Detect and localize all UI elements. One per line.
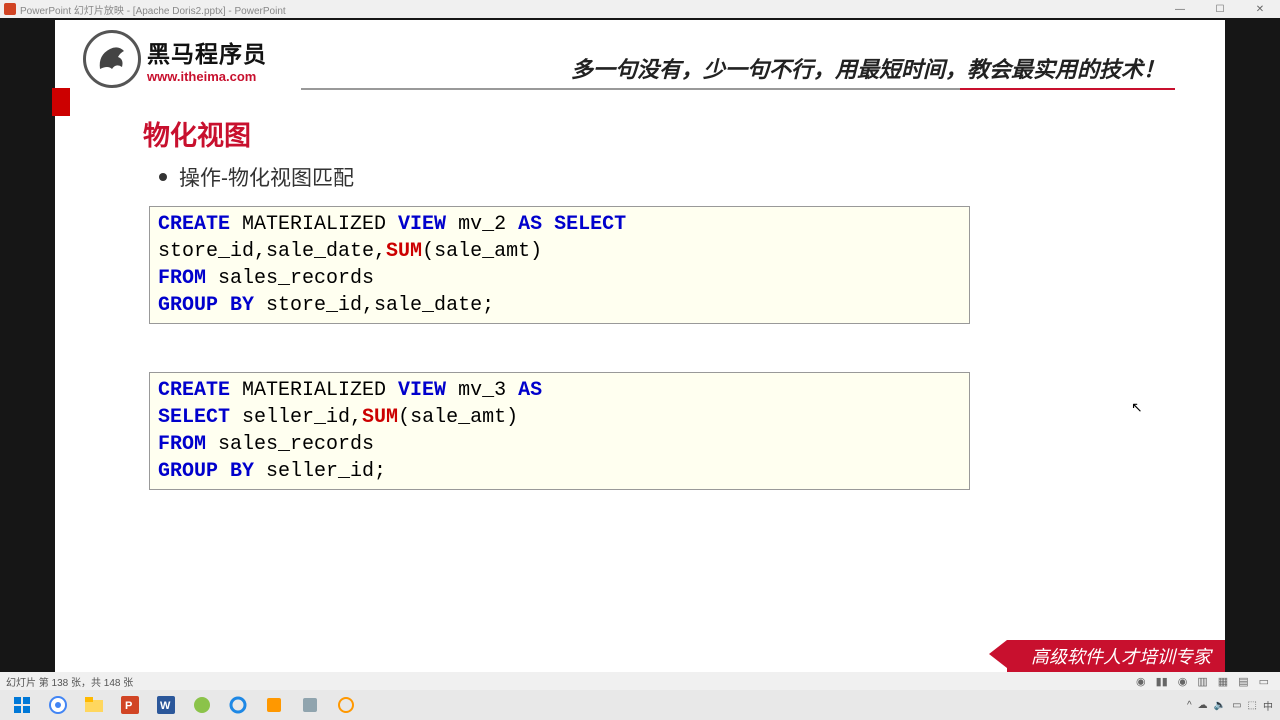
tray-network-icon[interactable]: ⬚ (1248, 700, 1257, 711)
sorter-view-icon[interactable]: ▦ (1218, 675, 1228, 688)
divider-accent (960, 88, 1175, 90)
app-icon[interactable] (187, 693, 217, 717)
code-block-1: CREATE MATERIALIZED VIEW mv_2 AS SELECT … (149, 206, 970, 324)
red-accent-tab (52, 88, 70, 116)
bullet-text: 操作-物化视图匹配 (179, 162, 354, 192)
section-title: 物化视图 (143, 114, 251, 153)
powerpoint-icon (4, 3, 16, 15)
app-icon[interactable] (259, 693, 289, 717)
tray-chevron-icon[interactable]: ^ (1187, 700, 1192, 711)
app-icon[interactable] (295, 693, 325, 717)
chrome-icon[interactable] (43, 693, 73, 717)
ie-icon[interactable] (223, 693, 253, 717)
windows-taskbar[interactable]: P W ^ ☁ 🔈 ▭ ⬚ 中 (0, 690, 1280, 720)
status-icon[interactable]: ▮▮ (1156, 675, 1168, 688)
bullet-item: 操作-物化视图匹配 (159, 162, 354, 192)
svg-text:P: P (125, 700, 132, 712)
logo-text-url: www.itheima.com (147, 69, 267, 84)
window-title-bar: PowerPoint 幻灯片放映 - [Apache Doris2.pptx] … (0, 0, 1280, 18)
bullet-dot-icon (159, 173, 167, 181)
code-block-2: CREATE MATERIALIZED VIEW mv_3 AS SELECT … (149, 372, 970, 490)
powerpoint-taskbar-icon[interactable]: P (115, 693, 145, 717)
svg-text:W: W (160, 700, 171, 712)
close-button[interactable]: ✕ (1240, 4, 1280, 15)
slide: 黑马程序员 www.itheima.com 多一句没有，少一句不行，用最短时间，… (55, 20, 1225, 672)
slideshow-area[interactable]: 黑马程序员 www.itheima.com 多一句没有，少一句不行，用最短时间，… (0, 18, 1280, 672)
tray-ime-icon[interactable]: 中 (1263, 698, 1273, 713)
status-icon[interactable]: ◉ (1178, 675, 1188, 688)
status-bar: 幻灯片 第 138 张，共 148 张 ◉ ▮▮ ◉ ▥ ▦ ▤ ▭ (0, 672, 1280, 690)
logo-text-cn: 黑马程序员 (147, 35, 267, 69)
horse-logo-icon (83, 30, 141, 88)
app-icon[interactable] (331, 693, 361, 717)
logo: 黑马程序员 www.itheima.com (83, 30, 267, 88)
slide-counter: 幻灯片 第 138 张，共 148 张 (6, 674, 133, 689)
footer-ribbon: 高级软件人才培训专家 (1007, 640, 1225, 672)
minimize-button[interactable]: — (1160, 4, 1200, 15)
start-button[interactable] (7, 693, 37, 717)
normal-view-icon[interactable]: ▥ (1197, 675, 1207, 688)
window-title: PowerPoint 幻灯片放映 - [Apache Doris2.pptx] … (20, 2, 286, 17)
tray-weather-icon[interactable]: ☁ (1198, 700, 1208, 711)
file-explorer-icon[interactable] (79, 693, 109, 717)
status-icon[interactable]: ◉ (1136, 675, 1146, 688)
word-taskbar-icon[interactable]: W (151, 693, 181, 717)
system-tray[interactable]: ^ ☁ 🔈 ▭ ⬚ 中 (1184, 698, 1276, 713)
tray-battery-icon[interactable]: ▭ (1232, 700, 1241, 711)
maximize-button[interactable]: ☐ (1200, 4, 1240, 15)
slideshow-view-icon[interactable]: ▭ (1259, 675, 1269, 688)
reading-view-icon[interactable]: ▤ (1238, 675, 1248, 688)
slogan-text: 多一句没有，少一句不行，用最短时间，教会最实用的技术！ (571, 52, 1165, 84)
tray-volume-icon[interactable]: 🔈 (1214, 700, 1226, 711)
